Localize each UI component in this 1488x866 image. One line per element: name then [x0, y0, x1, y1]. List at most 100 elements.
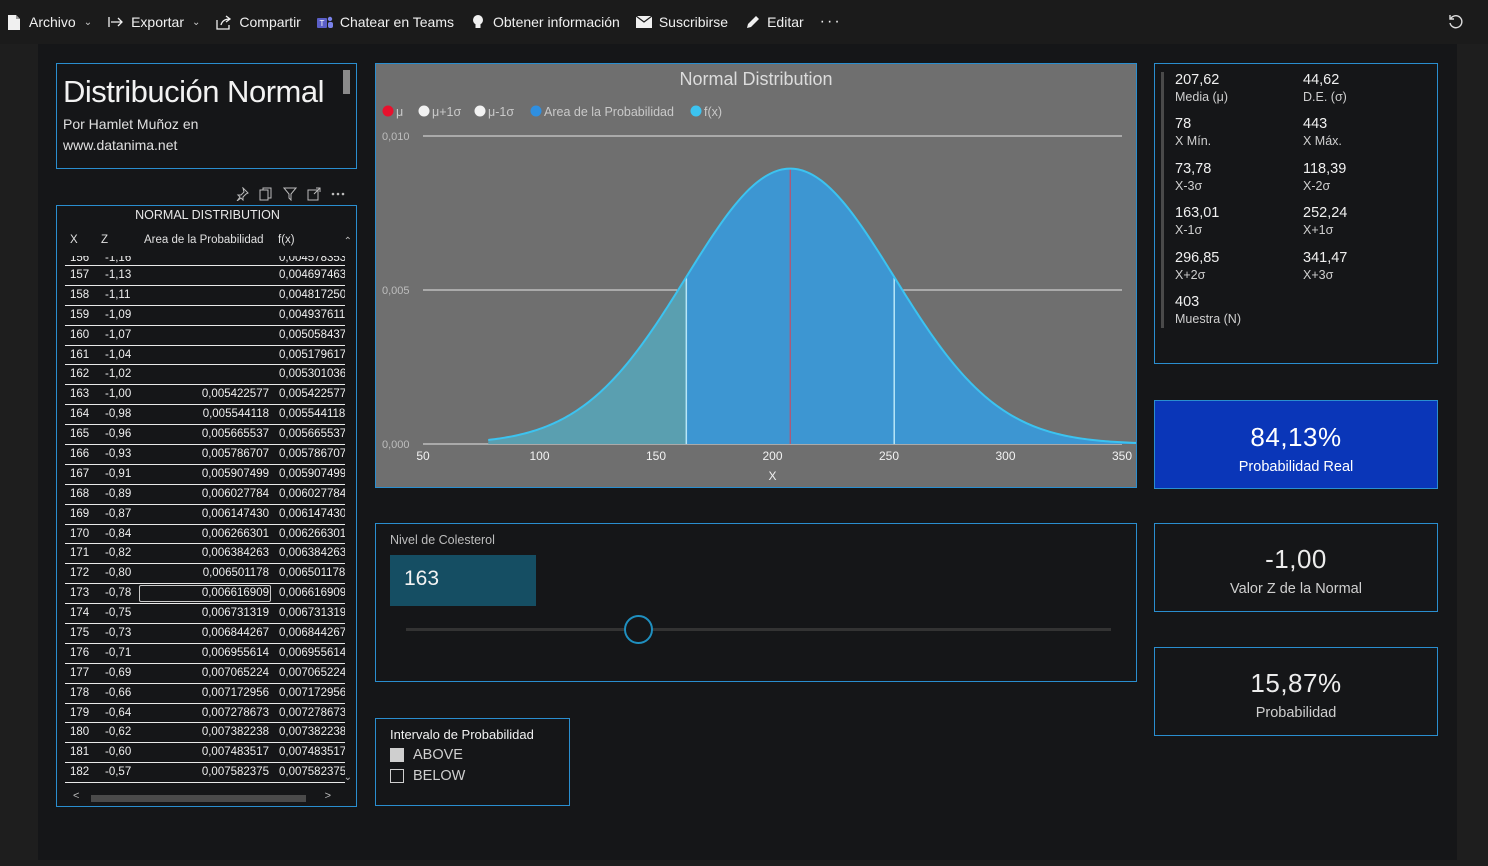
legend-marker — [690, 105, 702, 117]
table-row[interactable]: 166 -0,93 0,005786707 0,005786707 — [65, 445, 345, 465]
right-gutter — [1457, 44, 1488, 866]
interval-title: Intervalo de Probabilidad — [390, 727, 534, 742]
table-row[interactable]: 160 -1,07 0,005058437 — [65, 326, 345, 346]
info-button[interactable]: Obtener información — [470, 0, 620, 44]
lightbulb-icon — [470, 14, 486, 30]
scroll-left-icon[interactable]: < — [73, 790, 79, 802]
table-row[interactable]: 165 -0,96 0,005665537 0,005665537 — [65, 425, 345, 446]
option-below[interactable]: BELOW — [390, 768, 555, 784]
table-row[interactable]: 177 -0,69 0,007065224 0,007065224 — [65, 664, 345, 684]
option-above[interactable]: ABOVE — [390, 747, 555, 763]
above-checkbox[interactable] — [390, 748, 404, 762]
cell-area: 0,005665537 — [201, 428, 269, 441]
table-row[interactable]: 169 -0,87 0,006147430 0,006147430 — [65, 505, 345, 525]
column-header-area[interactable]: Area de la Probabilidad — [144, 234, 264, 246]
stat-item: 78 X Mín. — [1175, 116, 1295, 148]
teams-label: Chatear en Teams — [339, 14, 454, 30]
cell-x: 164 — [70, 408, 90, 421]
horizontal-scrollbar[interactable]: < > — [65, 790, 345, 804]
kpi-valor-z: -1,00 Valor Z de la Normal — [1154, 523, 1438, 612]
compartir-button[interactable]: Compartir — [216, 0, 301, 44]
cell-x: 179 — [70, 706, 90, 719]
table-row[interactable]: 164 -0,98 0,005544118 0,005544118 — [65, 405, 345, 426]
cell-x: 174 — [70, 607, 90, 620]
more-options-icon[interactable] — [330, 186, 346, 202]
focus-mode-icon[interactable] — [306, 186, 322, 202]
normal-distribution-chart[interactable]: Normal Distribution μ μ+1σ μ-1σ Area de la P… — [375, 63, 1137, 488]
table-row[interactable]: 158 -1,11 0,004817250 — [65, 286, 345, 306]
scroll-down-icon[interactable]: ⌄ — [344, 772, 352, 783]
chart-svg: Normal Distribution μ μ+1σ μ-1σ Area de la P… — [382, 69, 1136, 483]
export-arrow-icon — [108, 14, 124, 30]
cell-x: 166 — [70, 448, 90, 461]
cell-area: 0,006731319 — [201, 607, 269, 620]
scroll-up-icon[interactable]: ⌃ — [344, 236, 352, 247]
table-row[interactable]: 182 -0,57 0,007582375 0,007582375 — [65, 763, 345, 784]
table-row[interactable]: 174 -0,75 0,006731319 0,006731319 — [65, 604, 345, 625]
exportar-menu[interactable]: Exportar ⌄ — [108, 0, 200, 44]
table-row[interactable]: 176 -0,71 0,006955614 0,006955614 — [65, 644, 345, 664]
table-row[interactable]: 180 -0,62 0,007382238 0,007382238 — [65, 723, 345, 744]
pin-icon[interactable] — [234, 186, 250, 202]
table-row[interactable]: 178 -0,66 0,007172956 0,007172956 — [65, 684, 345, 704]
stat-value: 341,47 — [1303, 249, 1348, 266]
legend-marker — [530, 105, 542, 117]
cell-x: 156 — [70, 256, 90, 264]
stats-scrollbar[interactable] — [1161, 72, 1164, 328]
table-row[interactable]: 179 -0,64 0,007278673 0,007278673 — [65, 704, 345, 724]
table-row[interactable]: 162 -1,02 0,005301036 — [65, 365, 345, 386]
cell-area: 0,007172956 — [201, 686, 269, 699]
editar-button[interactable]: Editar — [744, 0, 804, 44]
column-header-fx[interactable]: f(x) — [278, 234, 295, 246]
archivo-menu[interactable]: Archivo ⌄ — [6, 0, 92, 44]
cell-area: 0,007582375 — [201, 766, 269, 779]
table-row[interactable]: 157 -1,13 0,004697463 — [65, 266, 345, 286]
cell-fx: 0,007483517 — [279, 746, 345, 759]
stat-item: 44,62 D.E. (σ) — [1303, 72, 1423, 104]
selected-cell-outline — [139, 585, 271, 603]
stat-label: X-1σ — [1175, 223, 1203, 238]
table-row[interactable]: 168 -0,89 0,006027784 0,006027784 — [65, 485, 345, 505]
table-body[interactable]: 156 -1,16 0,004578353 157 -1,13 0,00469746… — [65, 256, 345, 789]
more-options-button[interactable]: ··· — [820, 0, 842, 44]
table-row[interactable]: 167 -0,91 0,005907499 0,005907499 — [65, 465, 345, 485]
y-tick-label: 0,005 — [382, 285, 410, 297]
column-header-z[interactable]: Z — [101, 234, 108, 246]
scrollbar-thumb[interactable] — [91, 795, 306, 802]
kpi-label: Probabilidad — [1255, 705, 1337, 721]
copy-icon[interactable] — [258, 186, 274, 202]
table-row[interactable]: 161 -1,04 0,005179617 — [65, 346, 345, 366]
cell-area: 0,006844267 — [201, 627, 269, 640]
stat-label: X-2σ — [1303, 178, 1331, 193]
cell-z: -1,02 — [105, 368, 132, 381]
cell-x: 181 — [70, 746, 90, 759]
table-row[interactable]: 173 -0,78 0,006616909 0,006616909 — [65, 584, 345, 605]
suscribirse-button[interactable]: Suscribirse — [635, 0, 728, 44]
cell-x: 165 — [70, 428, 90, 441]
chevron-down-icon: ⌄ — [192, 16, 201, 28]
table-row[interactable]: 156 -1,16 0,004578353 — [65, 256, 345, 266]
slider-handle[interactable] — [624, 615, 654, 644]
table-row[interactable]: 181 -0,60 0,007483517 0,007483517 — [65, 743, 345, 764]
reset-icon[interactable] — [1446, 12, 1466, 32]
table-row[interactable]: 170 -0,84 0,006266301 0,006266301 — [65, 525, 345, 545]
cell-x: 169 — [70, 507, 90, 520]
cell-x: 180 — [70, 726, 90, 739]
slider-track[interactable] — [406, 628, 1111, 631]
editar-label: Editar — [767, 14, 804, 30]
table-row[interactable]: 163 -1,00 0,005422577 0,005422577 — [65, 385, 345, 406]
cell-fx: 0,006027784 — [279, 487, 345, 500]
table-row[interactable]: 159 -1,09 0,004937611 — [65, 306, 345, 326]
title-scrollbar[interactable] — [343, 70, 350, 94]
scroll-right-icon[interactable]: > — [325, 790, 331, 802]
column-header-x[interactable]: X — [70, 234, 78, 246]
teams-button[interactable]: T Chatear en Teams — [316, 0, 454, 44]
left-tail-area — [488, 276, 687, 444]
slicer-value-input[interactable]: 163 — [390, 555, 536, 606]
table-row[interactable]: 172 -0,80 0,006501178 0,006501178 — [65, 564, 345, 585]
below-checkbox[interactable] — [390, 769, 404, 783]
cholesterol-slicer: Nivel de Colesterol 163 — [375, 523, 1137, 682]
table-row[interactable]: 171 -0,82 0,006384263 0,006384263 — [65, 544, 345, 565]
table-row[interactable]: 175 -0,73 0,006844267 0,006844267 — [65, 624, 345, 644]
filter-icon[interactable] — [282, 186, 298, 202]
